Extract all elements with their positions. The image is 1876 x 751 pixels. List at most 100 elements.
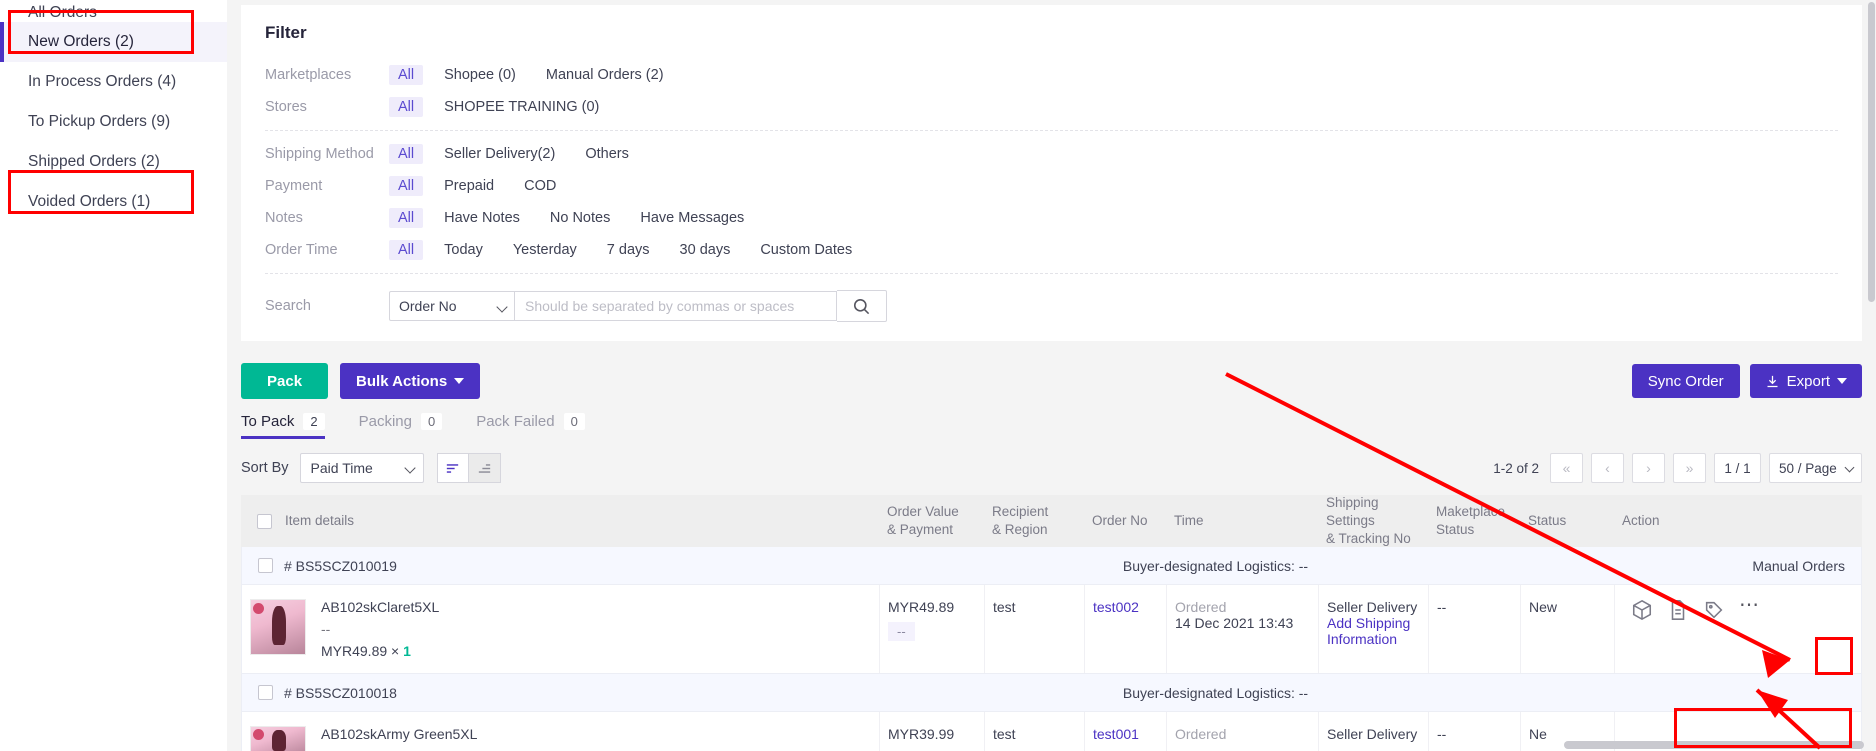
filter-title: Filter: [265, 23, 307, 42]
pagination-page-size-select[interactable]: 50 / Page 20 / Page 100 / Page: [1769, 453, 1862, 483]
sidebar-item-voided-orders[interactable]: Voided Orders (1): [0, 182, 227, 222]
filter-row-shipping-method: Shipping Method All Seller Delivery(2) O…: [265, 138, 1838, 170]
pagination-page-indicator[interactable]: 1 / 1: [1714, 453, 1761, 483]
select-all-checkbox[interactable]: [257, 513, 272, 529]
bulk-actions-button[interactable]: Bulk Actions: [340, 363, 481, 399]
sort-descending-icon: [446, 463, 459, 473]
search-row: Search Order No Tracking No Recipient SK…: [265, 281, 1838, 331]
header-marketplace-line2: Status: [1436, 522, 1475, 537]
filter-chip-others[interactable]: Others: [576, 144, 638, 164]
header-order-value: Order Value & Payment: [879, 503, 984, 539]
tag-icon[interactable]: [1703, 599, 1725, 621]
time-label: Ordered: [1175, 599, 1227, 615]
cell-marketplace-status: --: [1429, 712, 1521, 751]
tab-packing[interactable]: Packing 0: [359, 413, 443, 439]
filter-chip-no-notes[interactable]: No Notes: [541, 208, 619, 228]
filter-chip-all[interactable]: All: [389, 176, 424, 196]
pagination-next-button[interactable]: ›: [1632, 453, 1665, 483]
filter-chip-have-notes[interactable]: Have Notes: [435, 208, 529, 228]
filter-row-order-time: Order Time All Today Yesterday 7 days 30…: [265, 234, 1838, 266]
add-shipping-information-link[interactable]: Add Shipping Information: [1327, 615, 1420, 647]
pagination-last-button[interactable]: »: [1673, 453, 1706, 483]
filter-chip-30-days[interactable]: 30 days: [671, 240, 740, 260]
pagination: 1-2 of 2 « ‹ › » 1 / 1 50 / Page 20 / Pa…: [1493, 453, 1862, 483]
filter-chip-all[interactable]: All: [389, 65, 424, 85]
order-logistics: Buyer-designated Logistics: --: [1122, 557, 1309, 574]
package-icon[interactable]: [1631, 599, 1653, 621]
cell-time: Ordered 14 Dec 2021 13:43: [1167, 585, 1319, 673]
filter-row-notes: Notes All Have Notes No Notes Have Messa…: [265, 202, 1838, 234]
header-marketplace-line1: Maketplace: [1436, 503, 1506, 519]
pagination-prev-button[interactable]: ‹: [1591, 453, 1624, 483]
filter-chip-all[interactable]: All: [389, 240, 424, 260]
order-no-link[interactable]: test001: [1093, 726, 1139, 742]
item-name: AB102skClaret5XL: [321, 599, 440, 615]
sidebar-item-label: Voided Orders (1): [28, 193, 151, 210]
cell-status: New: [1521, 585, 1615, 673]
sort-ascending-button[interactable]: [468, 453, 501, 483]
cell-order-no: test001: [1085, 712, 1167, 751]
vertical-scrollbar[interactable]: [1867, 0, 1876, 751]
item-name: AB102skArmy Green5XL: [321, 726, 478, 742]
sidebar-item-label: Shipped Orders (2): [28, 153, 160, 170]
order-id: # BS5SCZ010018: [284, 684, 397, 701]
sort-ascending-icon: [478, 463, 490, 473]
filter-chip-7-days[interactable]: 7 days: [598, 240, 659, 260]
sort-by-select[interactable]: Paid Time Order Time Ship By Date: [299, 453, 424, 483]
filter-chip-yesterday[interactable]: Yesterday: [504, 240, 586, 260]
filter-chip-manual-orders[interactable]: Manual Orders (2): [537, 65, 673, 85]
header-status: Status: [1528, 512, 1567, 528]
cell-shipping: Seller Delivery Add Shipping Information: [1319, 585, 1429, 673]
tab-pack-failed[interactable]: Pack Failed 0: [476, 413, 585, 439]
sidebar: All Orders New Orders (2) In Process Ord…: [0, 0, 227, 751]
filter-chip-shopee[interactable]: Shopee (0): [435, 65, 525, 85]
filter-chip-shopee-training[interactable]: SHOPEE TRAINING (0): [435, 97, 608, 117]
sidebar-item-all-orders[interactable]: All Orders: [0, 0, 227, 22]
filter-chip-seller-delivery[interactable]: Seller Delivery(2): [435, 144, 564, 164]
horizontal-scrollbar[interactable]: [1564, 741, 1864, 749]
multiply-icon: ×: [391, 643, 400, 659]
search-field-select[interactable]: Order No Tracking No Recipient SKU: [389, 291, 515, 321]
filter-chip-custom-dates[interactable]: Custom Dates: [751, 240, 861, 260]
search-input[interactable]: [515, 291, 837, 321]
sidebar-item-new-orders[interactable]: New Orders (2): [0, 22, 227, 62]
shipping-method: Seller Delivery: [1327, 599, 1418, 615]
search-button[interactable]: [837, 290, 887, 322]
order-value: MYR49.89: [888, 599, 955, 615]
sidebar-item-shipped-orders[interactable]: Shipped Orders (2): [0, 142, 227, 182]
header-action: Action: [1622, 512, 1660, 528]
item-variant: --: [321, 621, 331, 637]
order-no-link[interactable]: test002: [1093, 599, 1139, 615]
export-button[interactable]: Export: [1749, 364, 1862, 398]
filter-chip-have-messages[interactable]: Have Messages: [631, 208, 753, 228]
sync-order-button[interactable]: Sync Order: [1631, 364, 1740, 398]
header-shipping-line2: & Tracking No: [1326, 531, 1411, 547]
filter-chip-all[interactable]: All: [389, 97, 424, 117]
filter-chip-all[interactable]: All: [389, 208, 424, 228]
order-group-id-wrap: # BS5SCZ010019: [258, 558, 397, 574]
order-select-checkbox[interactable]: [258, 685, 273, 700]
tab-to-pack[interactable]: To Pack 2: [241, 413, 325, 439]
order-select-checkbox[interactable]: [258, 558, 273, 573]
filter-label: Shipping Method: [265, 146, 374, 162]
order-logistics: Buyer-designated Logistics: --: [1122, 684, 1309, 701]
filter-chip-all[interactable]: All: [389, 144, 424, 164]
sidebar-item-to-pickup-orders[interactable]: To Pickup Orders (9): [0, 102, 227, 142]
pagination-first-button[interactable]: «: [1550, 453, 1583, 483]
filter-chip-prepaid[interactable]: Prepaid: [435, 176, 503, 196]
document-icon[interactable]: [1667, 599, 1689, 621]
filter-chips: All Prepaid COD: [389, 176, 577, 196]
sidebar-item-in-process-orders[interactable]: In Process Orders (4): [0, 62, 227, 102]
filter-chip-today[interactable]: Today: [435, 240, 492, 260]
filter-chip-cod[interactable]: COD: [515, 176, 565, 196]
pack-button[interactable]: Pack: [241, 363, 329, 399]
item-price-qty: MYR49.89 × 1: [321, 643, 439, 659]
sort-descending-button[interactable]: [436, 453, 469, 483]
cell-marketplace-status: --: [1429, 585, 1521, 673]
scrollbar-thumb[interactable]: [1868, 2, 1875, 302]
more-options-button[interactable]: ⋯: [1739, 595, 1760, 615]
download-icon: [1767, 375, 1778, 387]
tab-label: Packing: [358, 413, 412, 430]
order-id: # BS5SCZ010019: [284, 557, 397, 574]
filter-chips: All Shopee (0) Manual Orders (2): [389, 65, 685, 85]
